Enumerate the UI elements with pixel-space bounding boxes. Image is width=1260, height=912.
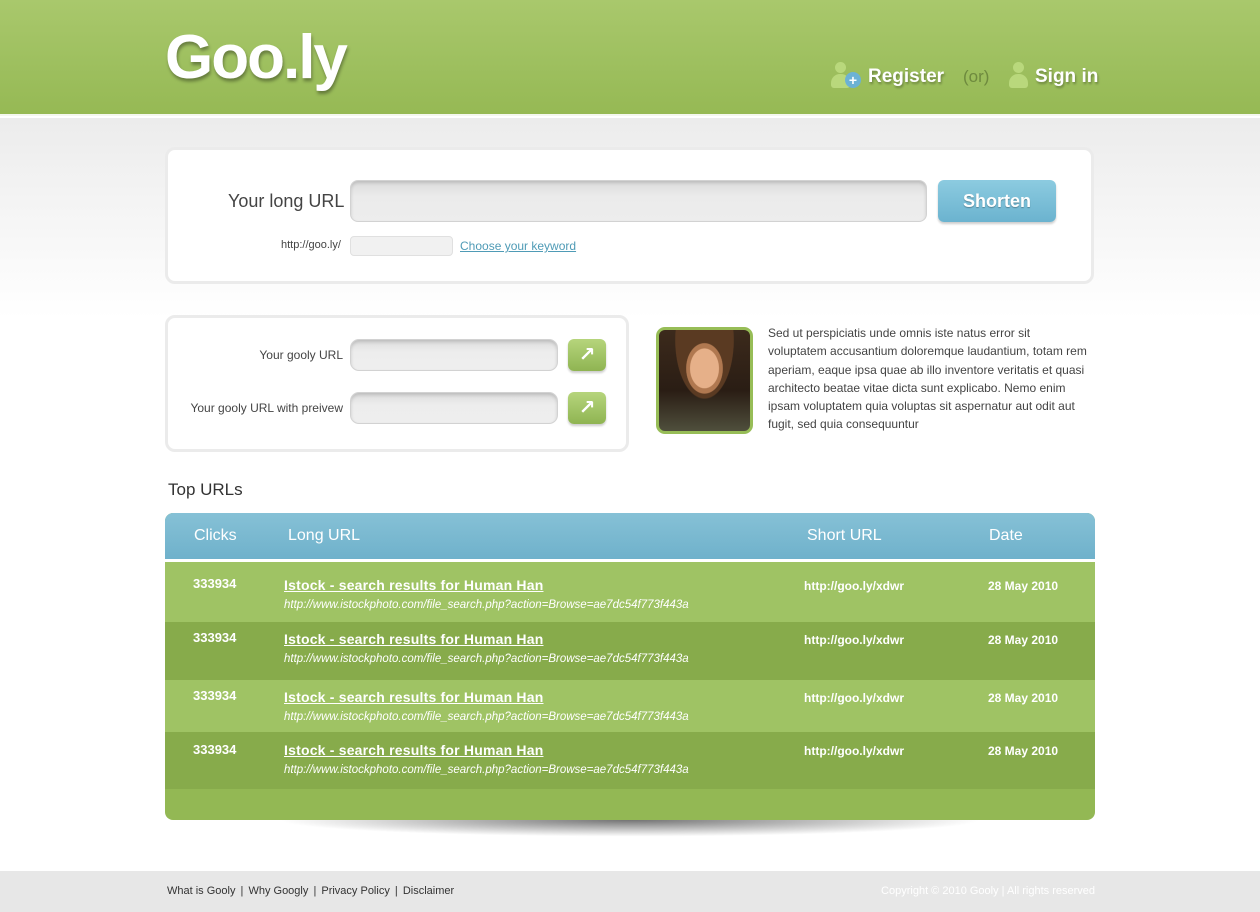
choose-keyword-link[interactable]: Choose your keyword xyxy=(460,239,576,253)
shorten-button[interactable]: Shorten xyxy=(938,180,1056,222)
shorten-panel: Your long URL Shorten http://goo.ly/ Cho… xyxy=(165,147,1094,284)
url-prefix: http://goo.ly/ xyxy=(281,239,341,251)
row-clicks: 333934 xyxy=(193,742,237,757)
column-date: Date xyxy=(989,527,1023,544)
row-date: 28 May 2010 xyxy=(988,579,1059,593)
top-urls-table: Clicks Long URL Short URL Date 333934 Is… xyxy=(165,513,1095,820)
row-short-url[interactable]: http://goo.ly/xdwr xyxy=(804,579,904,593)
footer-link-what-is-gooly[interactable]: What is Gooly xyxy=(167,885,235,897)
row-date: 28 May 2010 xyxy=(988,633,1059,647)
row-long-url: http://www.istockphoto.com/file_search.p… xyxy=(284,653,689,665)
header: Goo.ly + Register (or) Sign in xyxy=(0,0,1260,116)
row-clicks: 333934 xyxy=(193,688,237,703)
arrow-up-right-icon: ↗ xyxy=(578,344,596,366)
footer-separator: | xyxy=(240,885,244,897)
logo[interactable]: Goo.ly xyxy=(165,22,348,93)
table-row: 333934 Istock - search results for Human… xyxy=(165,680,1095,732)
copyright: Copyright © 2010 Gooly | All rights rese… xyxy=(881,885,1095,897)
footer-link-privacy-policy[interactable]: Privacy Policy xyxy=(321,885,389,897)
signin-label: Sign in xyxy=(1035,66,1099,87)
gooly-url-field[interactable] xyxy=(350,339,558,371)
row-title-link[interactable]: Istock - search results for Human Han xyxy=(284,577,543,593)
user-icon xyxy=(1008,62,1038,92)
footer-separator: | xyxy=(313,885,317,897)
row-title-link[interactable]: Istock - search results for Human Han xyxy=(284,689,543,705)
table-shadow xyxy=(250,820,1010,838)
table-row: 333934 Istock - search results for Human… xyxy=(165,732,1095,789)
gooly-url-panel: Your gooly URL ↗ Your gooly URL with pre… xyxy=(165,315,629,452)
footer-separator: | xyxy=(394,885,398,897)
row-date: 28 May 2010 xyxy=(988,691,1059,705)
gooly-preview-label: Your gooly URL with preivew xyxy=(190,401,343,415)
register-label: Register xyxy=(868,66,945,87)
register-link[interactable]: + Register xyxy=(830,62,944,92)
long-url-input[interactable] xyxy=(350,180,927,222)
gooly-url-go-button[interactable]: ↗ xyxy=(568,339,606,371)
bio-text: Sed ut perspiciatis unde omnis iste natu… xyxy=(768,326,1087,432)
keyword-input[interactable] xyxy=(350,236,453,256)
table-row: 333934 Istock - search results for Human… xyxy=(165,562,1095,622)
gooly-preview-go-button[interactable]: ↗ xyxy=(568,392,606,424)
arrow-up-right-icon: ↗ xyxy=(578,397,596,419)
footer-links: What is Gooly | Why Googly | Privacy Pol… xyxy=(166,885,455,897)
row-long-url: http://www.istockphoto.com/file_search.p… xyxy=(284,711,689,723)
top-urls-title: Top URLs xyxy=(168,480,243,499)
column-clicks: Clicks xyxy=(194,527,237,544)
gooly-preview-field[interactable] xyxy=(350,392,558,424)
table-row: 333934 Istock - search results for Human… xyxy=(165,622,1095,680)
row-long-url: http://www.istockphoto.com/file_search.p… xyxy=(284,599,689,611)
row-short-url[interactable]: http://goo.ly/xdwr xyxy=(804,633,904,647)
row-short-url[interactable]: http://goo.ly/xdwr xyxy=(804,691,904,705)
table-header: Clicks Long URL Short URL Date xyxy=(165,513,1095,559)
row-clicks: 333934 xyxy=(193,630,237,645)
column-short-url: Short URL xyxy=(807,527,882,544)
avatar xyxy=(656,327,753,434)
row-title-link[interactable]: Istock - search results for Human Han xyxy=(284,631,543,647)
row-date: 28 May 2010 xyxy=(988,744,1059,758)
gooly-url-label: Your gooly URL xyxy=(259,348,343,362)
row-title-link[interactable]: Istock - search results for Human Han xyxy=(284,742,543,758)
signin-link[interactable]: Sign in xyxy=(1008,62,1098,92)
footer: What is Gooly | Why Googly | Privacy Pol… xyxy=(0,871,1260,912)
add-user-icon: + xyxy=(830,62,861,92)
row-clicks: 333934 xyxy=(193,576,237,591)
footer-link-disclaimer[interactable]: Disclaimer xyxy=(403,885,454,897)
row-long-url: http://www.istockphoto.com/file_search.p… xyxy=(284,764,689,776)
long-url-label: Your long URL xyxy=(228,191,345,211)
column-long-url: Long URL xyxy=(288,527,361,544)
or-separator: (or) xyxy=(963,67,990,86)
row-short-url[interactable]: http://goo.ly/xdwr xyxy=(804,744,904,758)
footer-link-why-googly[interactable]: Why Googly xyxy=(248,885,308,897)
